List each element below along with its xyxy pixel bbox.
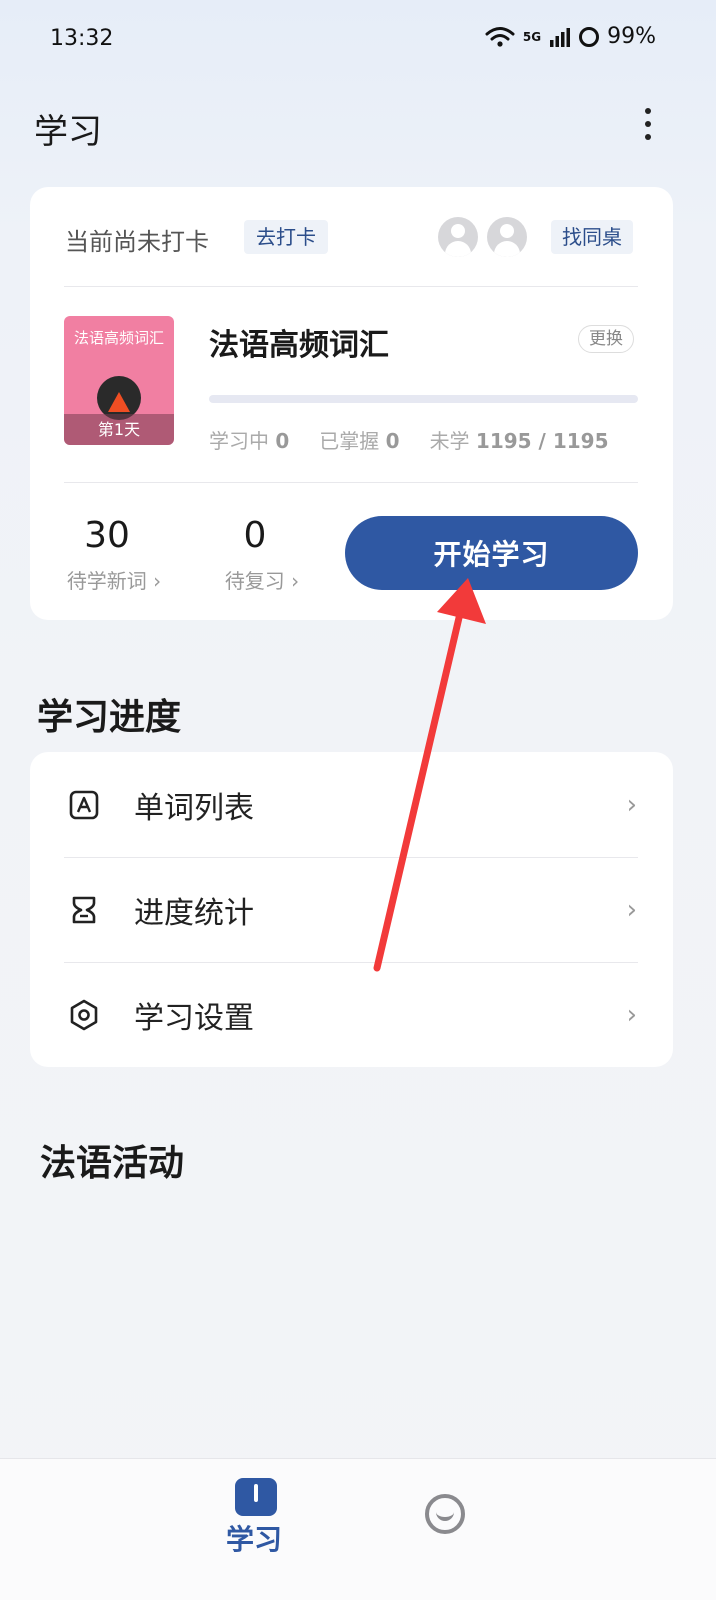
start-learning-button[interactable]: 开始学习: [345, 516, 638, 590]
hexagon-settings-icon: [70, 999, 98, 1031]
book-name: 法语高频词汇: [209, 328, 389, 363]
avatar[interactable]: [487, 217, 527, 257]
review-count[interactable]: 0: [210, 515, 300, 556]
battery-icon: [579, 26, 600, 47]
letter-a-icon: [69, 790, 99, 820]
menu-item-progress-stats[interactable]: 进度统计 ›: [30, 857, 673, 962]
chevron-right-icon: ›: [626, 789, 637, 820]
checkin-button[interactable]: 去打卡: [244, 220, 328, 254]
cover-triangle-graphic: [108, 392, 130, 412]
find-deskmate-button[interactable]: 找同桌: [551, 220, 633, 254]
avatar[interactable]: [438, 217, 478, 257]
change-book-button[interactable]: 更换: [578, 325, 634, 353]
unlearned-stat: 未学 1195 / 1195: [429, 429, 609, 453]
cover-title: 法语高频词汇: [73, 329, 164, 347]
nav-tab-study[interactable]: 学习: [226, 1518, 282, 1558]
smile-icon[interactable]: [425, 1494, 465, 1534]
section-title-activities: 法语活动: [40, 1143, 185, 1184]
divider: [64, 482, 638, 483]
menu-item-study-settings[interactable]: 学习设置 ›: [30, 962, 673, 1067]
wifi-icon: [485, 26, 515, 47]
menu-item-label: 学习设置: [134, 1000, 254, 1036]
book-stats: 学习中 0 已掌握 0 未学 1195 / 1195: [209, 425, 608, 454]
divider: [64, 286, 638, 287]
book-progress-bar: [209, 395, 638, 403]
learning-stat: 学习中 0: [209, 429, 290, 453]
mastered-stat: 已掌握 0: [319, 429, 400, 453]
bottom-nav: [0, 1458, 716, 1600]
menu-item-label: 进度统计: [134, 895, 254, 931]
new-words-count[interactable]: 30: [62, 515, 152, 556]
signal-type-label: 5G: [522, 29, 542, 44]
battery-level: 99%: [607, 24, 656, 49]
status-time: 13:32: [50, 26, 114, 51]
checkin-status: 当前尚未打卡: [65, 228, 209, 256]
hourglass-icon: [72, 896, 96, 924]
status-indicators: 5G 99%: [485, 24, 656, 49]
page-title: 学习: [34, 112, 102, 152]
menu-item-word-list[interactable]: 单词列表 ›: [30, 752, 673, 857]
section-title-progress: 学习进度: [37, 697, 182, 738]
menu-item-label: 单词列表: [134, 790, 254, 826]
cell-signal-icon: [550, 27, 571, 47]
new-words-link[interactable]: 待学新词 ›: [54, 565, 174, 594]
chevron-right-icon: ›: [626, 894, 637, 925]
book-cover[interactable]: 法语高频词汇 第1天: [64, 316, 174, 445]
cover-day-badge: 第1天: [64, 414, 174, 445]
chevron-right-icon: ›: [626, 999, 637, 1030]
more-menu-icon[interactable]: [636, 106, 660, 142]
review-link[interactable]: 待复习 ›: [202, 565, 322, 594]
book-icon[interactable]: [235, 1478, 277, 1516]
